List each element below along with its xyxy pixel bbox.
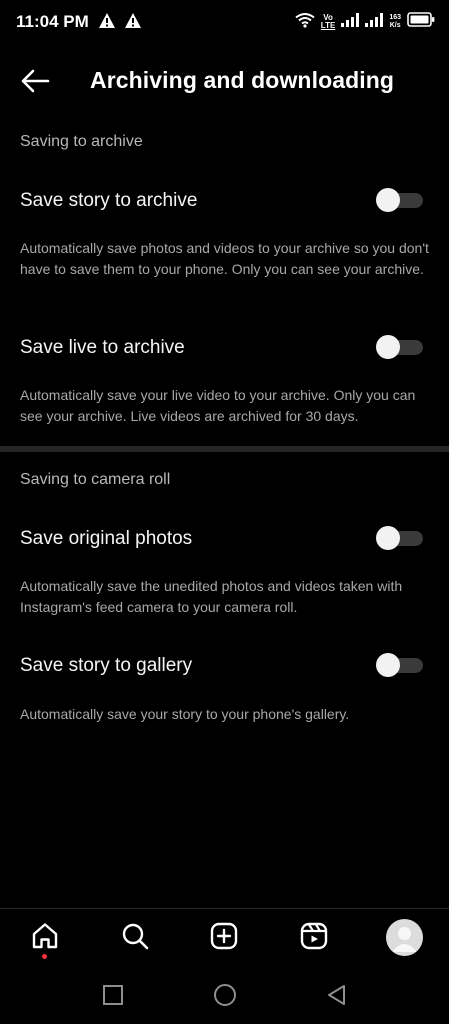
page-title: Archiving and downloading [90, 67, 395, 93]
volte-bottom-text: LTE [320, 21, 336, 30]
save-story-to-archive-label: Save story to archive [20, 190, 198, 211]
save-story-to-archive-toggle[interactable] [376, 188, 423, 212]
header: Archiving and downloading [0, 58, 449, 104]
reels-icon [299, 921, 329, 956]
save-story-to-gallery-label: Save story to gallery [20, 655, 193, 676]
wifi-icon [295, 12, 315, 33]
toggle-knob [376, 188, 400, 212]
profile-avatar[interactable] [386, 919, 423, 956]
warning-icon [124, 12, 142, 29]
nav-search[interactable] [118, 921, 152, 955]
save-live-to-archive-label: Save live to archive [20, 337, 185, 358]
status-time: 11:04 PM [16, 12, 89, 31]
toggle-knob [376, 653, 400, 677]
save-story-to-archive-description: Automatically save photos and videos to … [20, 240, 429, 277]
signal-icon [365, 12, 384, 32]
speed-unit: K/s [389, 22, 401, 29]
status-bar: 11:04 PM Vo LTE 163 K/s [0, 0, 449, 44]
back-button[interactable] [18, 66, 52, 96]
save-live-to-archive-description: Automatically save your live video to yo… [20, 387, 416, 424]
home-icon [30, 921, 60, 956]
search-icon [120, 921, 150, 956]
speed-value: 163 [389, 14, 401, 21]
save-story-to-gallery-description: Automatically save your story to your ph… [20, 706, 350, 722]
section-title-camera-roll: Saving to camera roll [20, 471, 171, 488]
recents-button[interactable] [100, 982, 126, 1008]
home-notification-dot [42, 954, 47, 959]
save-original-photos-toggle[interactable] [376, 526, 423, 550]
section-title-archive: Saving to archive [20, 133, 143, 150]
battery-icon [407, 12, 435, 32]
signal-icon [341, 12, 360, 32]
toggle-knob [376, 526, 400, 550]
nav-home[interactable] [28, 921, 62, 955]
save-story-to-gallery-toggle[interactable] [376, 653, 423, 677]
network-speed: 163 K/s [389, 14, 401, 30]
back-triangle-icon [324, 985, 350, 1012]
save-original-photos-label: Save original photos [20, 528, 193, 549]
create-icon [209, 921, 239, 956]
system-back-button[interactable] [324, 982, 350, 1008]
arrow-left-icon [18, 69, 52, 100]
volte-icon: Vo LTE [321, 14, 336, 30]
section-divider [0, 446, 449, 452]
nav-create[interactable] [207, 921, 241, 955]
save-original-photos-description: Automatically save the unedited photos a… [20, 578, 403, 615]
system-nav-bar [0, 970, 449, 1024]
recents-icon [100, 985, 126, 1012]
toggle-knob [376, 335, 400, 359]
bottom-nav [0, 908, 449, 966]
save-live-to-archive-toggle[interactable] [376, 335, 423, 359]
warning-icon [98, 12, 116, 29]
home-circle-icon [212, 984, 238, 1012]
nav-reels[interactable] [297, 921, 331, 955]
system-home-button[interactable] [212, 982, 238, 1008]
status-indicators: Vo LTE 163 K/s [295, 10, 435, 34]
